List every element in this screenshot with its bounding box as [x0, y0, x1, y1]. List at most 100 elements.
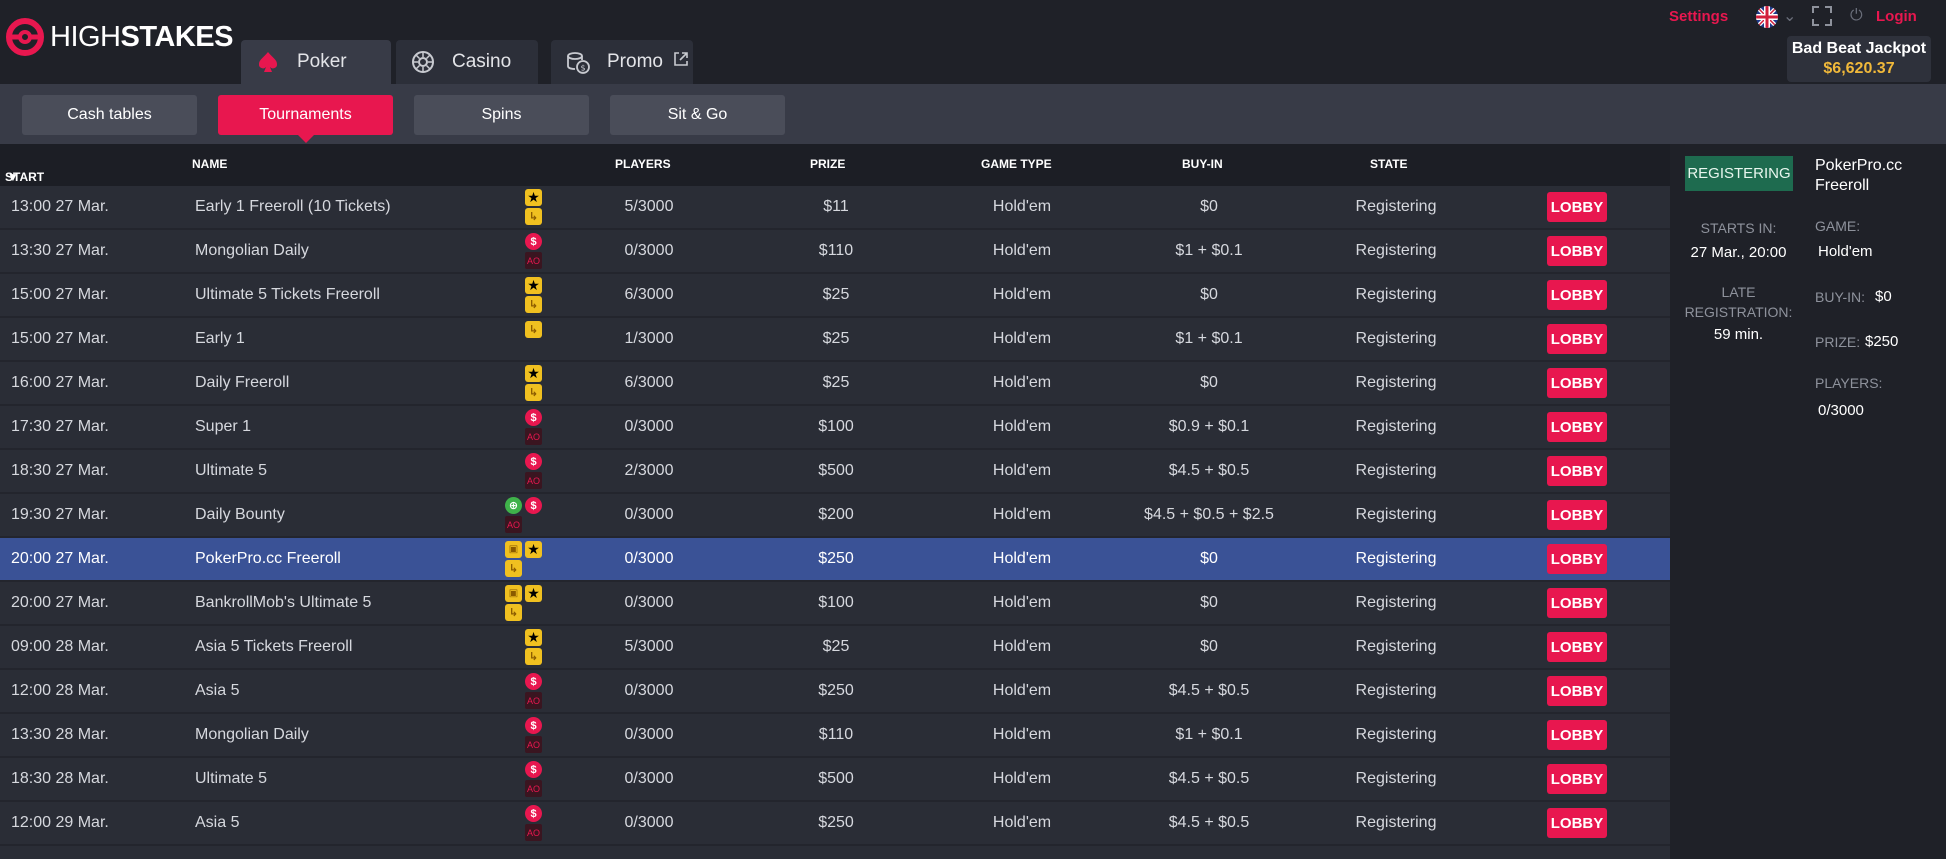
prize-amount: $110 — [818, 242, 854, 259]
badge-group: ▣ ★ ↳ — [505, 582, 555, 624]
tab-casino[interactable]: Casino — [396, 40, 538, 84]
badge-group: ★ ↳ — [505, 274, 555, 316]
dollar-icon: $ — [525, 761, 542, 778]
dollar-icon: $ — [525, 673, 542, 690]
lobby-button[interactable]: LOBBY — [1547, 368, 1607, 398]
lobby-button[interactable]: LOBBY — [1547, 500, 1607, 530]
highstakes-logo[interactable]: HIGHSTAKES — [4, 16, 233, 58]
add-on-badge: AO — [525, 252, 542, 269]
lobby-button[interactable]: LOBBY — [1547, 236, 1607, 266]
tournament-name: Asia 5 — [195, 682, 240, 699]
tournament-list: 13:00 27 Mar. Early 1 Freeroll (10 Ticket… — [0, 186, 1670, 859]
table-row[interactable]: 12:00 28 Mar. Asia 5 0/3000 $250 Hold'em $4.5… — [0, 670, 1670, 714]
start-time: 18:30 28 Mar. — [11, 770, 109, 787]
lobby-button[interactable]: LOBBY — [1547, 412, 1607, 442]
table-row[interactable]: 13:00 27 Mar. Early 1 Freeroll (10 Ticket… — [0, 186, 1670, 230]
table-row[interactable]: 13:30 28 Mar. Mongolian Daily 0/3000 $110 Ho… — [0, 714, 1670, 758]
table-row[interactable]: 20:00 27 Mar. BankrollMob's Ultimate 5 0/3… — [0, 582, 1670, 626]
players-count: 0/3000 — [624, 682, 674, 699]
start-time: 19:30 27 Mar. — [11, 506, 109, 523]
lobby-button[interactable]: LOBBY — [1547, 192, 1607, 222]
state-text: Registering — [1355, 682, 1437, 699]
players-value: 0/3000 — [1818, 402, 1864, 419]
table-row[interactable]: 12:00 29 Mar. Asia 5 0/3000 $250 Hold'em $4.5… — [0, 802, 1670, 846]
table-row[interactable]: 09:00 28 Mar. Asia 5 Tickets Freeroll 5/30… — [0, 626, 1670, 670]
column-buy-in[interactable]: BUY-IN — [1182, 157, 1223, 171]
tournament-name: BankrollMob's Ultimate 5 — [195, 594, 372, 611]
column-game-type[interactable]: GAME TYPE — [981, 157, 1052, 171]
lobby-button[interactable]: LOBBY — [1547, 588, 1607, 618]
badge-group: $ AO — [505, 406, 555, 448]
column-name[interactable]: NAME — [192, 157, 227, 171]
players-count: 0/3000 — [624, 506, 674, 523]
column-prize[interactable]: PRIZE — [810, 157, 845, 171]
settings-link[interactable]: Settings — [1669, 8, 1728, 25]
tab-poker[interactable]: Poker — [241, 40, 391, 84]
game-type: Hold'em — [992, 242, 1052, 259]
tab-cash-tables[interactable]: Cash tables — [22, 95, 197, 135]
prize-amount: $250 — [818, 682, 854, 699]
lobby-button[interactable]: LOBBY — [1547, 720, 1607, 750]
badge-group: $ AO — [505, 670, 555, 712]
players-count: 0/3000 — [624, 726, 674, 743]
tournament-name: Mongolian Daily — [195, 726, 309, 743]
table-row[interactable]: 15:00 27 Mar. Early 1 1/3000 $25 Hold'em $1 +… — [0, 318, 1670, 362]
column-players[interactable]: PLAYERS — [615, 157, 671, 171]
language-chevron-down-icon[interactable]: ⌄ — [1783, 6, 1796, 26]
table-row[interactable]: 15:00 27 Mar. Ultimate 5 Tickets Freeroll… — [0, 274, 1670, 318]
star-icon: ★ — [525, 585, 542, 602]
star-icon: ★ — [525, 277, 542, 294]
table-row[interactable]: 16:00 27 Mar. Daily Freeroll 6/3000 $25 Hold… — [0, 362, 1670, 406]
jackpot-value: $6,620.37 — [1823, 60, 1895, 77]
lobby-button[interactable]: LOBBY — [1547, 808, 1607, 838]
state-text: Registering — [1355, 638, 1437, 655]
spade-icon — [253, 47, 283, 77]
star-icon: ★ — [525, 189, 542, 206]
add-on-badge: AO — [525, 472, 542, 489]
lobby-button[interactable]: LOBBY — [1547, 676, 1607, 706]
tournament-name: Early 1 Freeroll (10 Tickets) — [195, 198, 391, 215]
late-registration-label: LATE REGISTRATION: — [1684, 284, 1793, 320]
tab-tournaments[interactable]: Tournaments — [218, 95, 393, 143]
tab-label: Poker — [297, 51, 347, 72]
start-time: 20:00 27 Mar. — [11, 550, 109, 567]
prize-amount: $25 — [822, 374, 850, 391]
bad-beat-jackpot: Bad Beat Jackpot $6,620.37 — [1787, 36, 1931, 82]
start-time: 15:00 27 Mar. — [11, 330, 109, 347]
lobby-button[interactable]: LOBBY — [1547, 544, 1607, 574]
table-row[interactable]: 19:30 27 Mar. Daily Bounty 0/3000 $200 Hold'… — [0, 494, 1670, 538]
game-type: Hold'em — [992, 286, 1052, 303]
badge-group: ★ ↳ — [505, 626, 555, 668]
table-row[interactable]: 18:30 28 Mar. Ultimate 5 0/3000 $500 Hold'em… — [0, 758, 1670, 802]
badge-group: $ AO — [505, 758, 555, 800]
tab-sit-and-go[interactable]: Sit & Go — [610, 95, 785, 135]
start-time: 12:00 29 Mar. — [11, 814, 109, 831]
game-type: Hold'em — [992, 814, 1052, 831]
table-row[interactable]: 20:00 27 Mar. PokerPro.cc Freeroll 0/3000 $… — [0, 538, 1670, 582]
lobby-button[interactable]: LOBBY — [1547, 632, 1607, 662]
tab-promo[interactable]: $ Promo — [551, 40, 693, 84]
buy-in-label: BUY-IN: — [1815, 289, 1866, 305]
lobby-button[interactable]: LOBBY — [1547, 324, 1607, 354]
add-on-badge: AO — [525, 780, 542, 797]
state-text: Registering — [1355, 550, 1437, 567]
ticket-icon: ↳ — [525, 384, 542, 401]
start-time: 09:00 28 Mar. — [11, 638, 109, 655]
players-count: 2/3000 — [624, 462, 674, 479]
login-link[interactable]: Login — [1876, 8, 1917, 25]
lobby-button[interactable]: LOBBY — [1547, 280, 1607, 310]
tournament-name: Early 1 — [195, 330, 245, 347]
lobby-button[interactable]: LOBBY — [1547, 456, 1607, 486]
game-type: Hold'em — [992, 374, 1052, 391]
lobby-button[interactable]: LOBBY — [1547, 764, 1607, 794]
buy-in-amount: $0 — [1200, 550, 1218, 567]
players-count: 0/3000 — [624, 594, 674, 611]
badge-group: ⊕ $ AO — [505, 494, 555, 536]
tab-spins[interactable]: Spins — [414, 95, 589, 135]
uk-flag-icon[interactable] — [1756, 6, 1778, 28]
table-row[interactable]: 18:30 27 Mar. Ultimate 5 2/3000 $500 Hold'em… — [0, 450, 1670, 494]
column-state[interactable]: STATE — [1370, 157, 1408, 171]
table-row[interactable]: 17:30 27 Mar. Super 1 0/3000 $100 Hold'em $0.… — [0, 406, 1670, 450]
fullscreen-icon[interactable] — [1811, 5, 1833, 27]
table-row[interactable]: 13:30 27 Mar. Mongolian Daily 0/3000 $110 Ho… — [0, 230, 1670, 274]
